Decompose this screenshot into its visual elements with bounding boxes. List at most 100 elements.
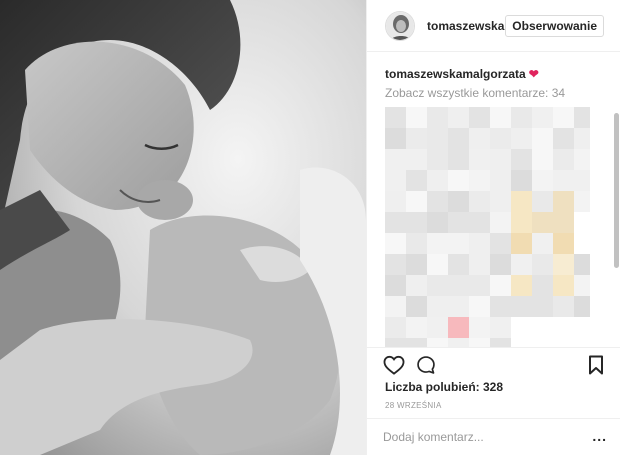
mosaic-cell (427, 275, 448, 296)
mosaic-cell (574, 296, 590, 317)
mosaic-cell (385, 254, 406, 275)
mosaic-cell (490, 317, 511, 338)
mosaic-cell (469, 317, 490, 338)
comment-input[interactable] (383, 428, 573, 446)
mosaic-cell (448, 107, 469, 128)
mosaic-cell (406, 128, 427, 149)
heart-icon[interactable] (383, 355, 405, 380)
mosaic-cell (553, 317, 574, 338)
mosaic-cell (406, 107, 427, 128)
mosaic-cell (427, 233, 448, 254)
add-comment-bar: ... (367, 418, 620, 455)
mosaic-cell (532, 254, 553, 275)
mosaic-cell (511, 296, 532, 317)
mosaic-cell (532, 296, 553, 317)
mosaic-cell (427, 107, 448, 128)
mosaic-cell (448, 254, 469, 275)
mosaic-cell (406, 296, 427, 317)
mosaic-cell (511, 317, 532, 338)
mosaic-cell (511, 212, 532, 233)
mosaic-cell (574, 317, 590, 338)
red-heart-emoji: ❤ (528, 67, 539, 81)
mosaic-cell (427, 191, 448, 212)
mosaic-cell (574, 191, 590, 212)
mosaic-cell (385, 149, 406, 170)
mosaic-cell (385, 212, 406, 233)
mosaic-cell (385, 128, 406, 149)
mosaic-cell (385, 296, 406, 317)
post-header: tomaszewska Obserwowanie (367, 0, 620, 52)
mosaic-cell (511, 128, 532, 149)
mosaic-cell (532, 149, 553, 170)
mosaic-cell (553, 149, 574, 170)
mosaic-cell (427, 128, 448, 149)
mosaic-cell (406, 275, 427, 296)
mosaic-cell (448, 170, 469, 191)
mosaic-cell (448, 338, 469, 347)
mosaic-cell (427, 338, 448, 347)
mosaic-cell (406, 170, 427, 191)
likes-count[interactable]: Liczba polubień: 328 (385, 380, 503, 394)
caption-username[interactable]: tomaszewskamalgorzata (385, 67, 526, 81)
mosaic-cell (385, 233, 406, 254)
mosaic-cell (427, 149, 448, 170)
mosaic-cell (448, 212, 469, 233)
mosaic-cell (532, 170, 553, 191)
mosaic-cell (574, 275, 590, 296)
mosaic-cell (574, 170, 590, 191)
username[interactable]: tomaszewska (427, 19, 505, 33)
mosaic-cell (448, 149, 469, 170)
comment-icon[interactable] (416, 355, 436, 380)
mosaic-cell (490, 212, 511, 233)
mosaic-cell (490, 338, 511, 347)
mosaic-cell (511, 233, 532, 254)
scrollbar[interactable] (614, 113, 619, 268)
mosaic-cell (469, 296, 490, 317)
mosaic-cell (469, 107, 490, 128)
mosaic-cell (469, 170, 490, 191)
mosaic-cell (406, 233, 427, 254)
mosaic-cell (469, 233, 490, 254)
mosaic-cell (448, 233, 469, 254)
post-photo[interactable] (0, 0, 366, 455)
mosaic-cell (574, 107, 590, 128)
pixelated-comments-area (385, 107, 590, 347)
mosaic-cell (490, 149, 511, 170)
mosaic-cell (553, 233, 574, 254)
mosaic-cell (532, 338, 553, 347)
bookmark-icon[interactable] (588, 355, 604, 380)
mosaic-cell (574, 338, 590, 347)
mosaic-cell (553, 338, 574, 347)
mosaic-cell (553, 128, 574, 149)
follow-button[interactable]: Obserwowanie (505, 14, 604, 37)
mosaic-cell (469, 149, 490, 170)
mosaic-cell (406, 317, 427, 338)
mosaic-cell (448, 317, 469, 338)
mosaic-cell (469, 275, 490, 296)
mosaic-cell (532, 275, 553, 296)
mosaic-cell (532, 107, 553, 128)
mosaic-cell (385, 338, 406, 347)
mosaic-cell (385, 275, 406, 296)
mosaic-cell (490, 254, 511, 275)
mosaic-cell (385, 317, 406, 338)
more-options-button[interactable]: ... (592, 428, 607, 444)
mosaic-cell (406, 338, 427, 347)
mosaic-cell (553, 170, 574, 191)
view-all-comments-link[interactable]: Zobacz wszystkie komentarze: 34 (385, 86, 565, 100)
instagram-post: tomaszewska Obserwowanie tomaszewskamalg… (0, 0, 620, 455)
post-sidebar: tomaszewska Obserwowanie tomaszewskamalg… (366, 0, 620, 455)
mosaic-cell (427, 254, 448, 275)
mosaic-cell (532, 128, 553, 149)
mosaic-cell (448, 191, 469, 212)
mosaic-cell (490, 128, 511, 149)
mosaic-cell (511, 338, 532, 347)
avatar-image (386, 11, 414, 40)
mosaic-cell (511, 107, 532, 128)
action-bar (367, 347, 620, 383)
mosaic-cell (406, 191, 427, 212)
photo-image (0, 0, 366, 455)
caption: tomaszewskamalgorzata ❤ (385, 67, 539, 81)
avatar[interactable] (385, 10, 415, 41)
mosaic-cell (385, 191, 406, 212)
